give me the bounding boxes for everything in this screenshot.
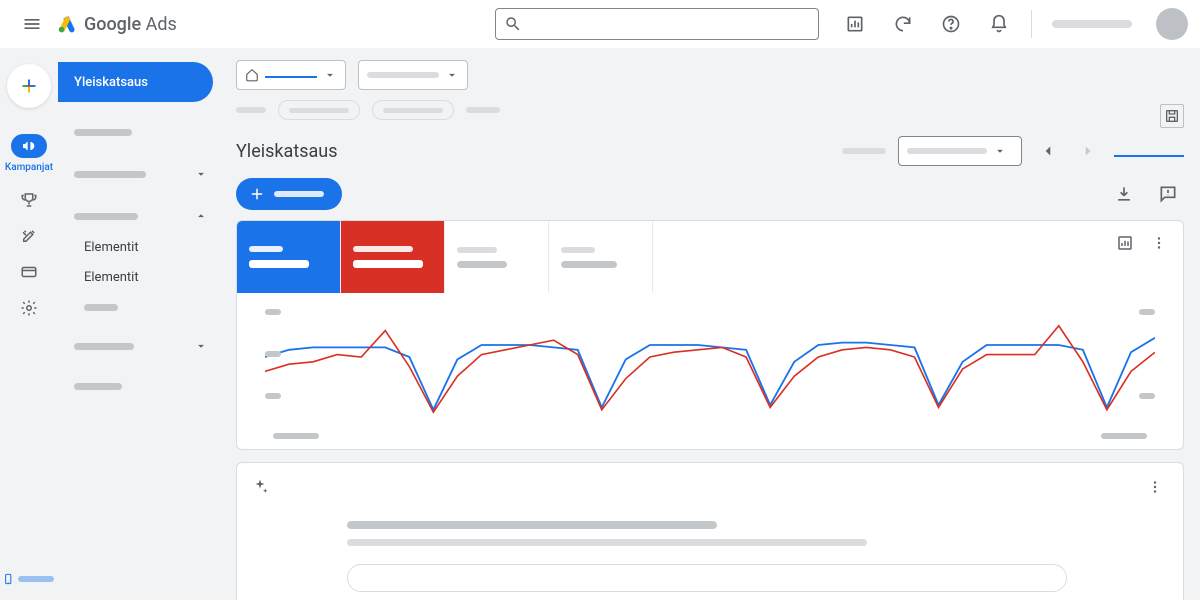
rail-tools[interactable]	[0, 219, 58, 255]
account-scope-selector[interactable]	[236, 60, 346, 90]
avatar[interactable]	[1156, 8, 1188, 40]
line-chart	[265, 309, 1155, 429]
rail-campaigns[interactable]: Kampanjat	[0, 126, 58, 183]
mobile-icon	[2, 572, 14, 586]
save-icon	[1164, 108, 1180, 124]
product-name: Google Ads	[84, 14, 177, 35]
date-next-button[interactable]	[1074, 137, 1102, 165]
divider	[1031, 10, 1032, 38]
date-prev-button[interactable]	[1034, 137, 1062, 165]
sidebar-item-4[interactable]	[58, 330, 220, 362]
rail-goals[interactable]	[0, 183, 58, 219]
chevron-down-icon	[993, 144, 1007, 158]
card-icon	[20, 263, 38, 281]
rail-campaigns-label: Kampanjat	[5, 162, 53, 173]
insight-input[interactable]	[347, 564, 1067, 592]
metric-tab-1[interactable]	[237, 221, 341, 293]
breadcrumb-chip-1[interactable]	[278, 100, 360, 120]
kebab-icon	[1150, 234, 1168, 252]
download-icon	[1114, 184, 1134, 204]
feedback-icon	[1158, 184, 1178, 204]
trend-sparkline	[1114, 145, 1184, 157]
sparkle-icon	[251, 478, 269, 496]
download-button[interactable]	[1108, 178, 1140, 210]
sidebar-overview-label: Yleiskatsaus	[74, 75, 148, 90]
trophy-icon	[20, 191, 38, 209]
chevron-down-icon	[194, 339, 208, 353]
add-button[interactable]	[236, 178, 342, 210]
gear-icon	[20, 299, 38, 317]
rail-billing[interactable]	[0, 255, 58, 291]
rail-bottom-link[interactable]	[0, 566, 58, 592]
insight-title	[347, 521, 717, 529]
help-icon[interactable]	[931, 4, 971, 44]
insight-subtitle	[347, 539, 867, 546]
refresh-icon[interactable]	[883, 4, 923, 44]
create-button[interactable]	[7, 64, 51, 108]
chevron-down-icon	[194, 167, 208, 181]
notifications-icon[interactable]	[979, 4, 1019, 44]
google-ads-logo-icon	[56, 13, 78, 35]
reports-icon[interactable]	[835, 4, 875, 44]
home-icon	[245, 68, 259, 82]
breadcrumb-chip-2[interactable]	[372, 100, 454, 120]
campaign-scope-selector[interactable]	[358, 60, 468, 90]
insight-card	[236, 462, 1184, 600]
chevron-up-icon	[194, 209, 208, 223]
chevron-down-icon	[445, 68, 459, 82]
search-icon	[504, 15, 522, 33]
sidebar-sub-3[interactable]	[58, 292, 220, 322]
chart-icon	[1116, 234, 1134, 252]
metrics-card	[236, 220, 1184, 450]
kebab-icon	[1146, 478, 1164, 496]
metric-tab-2[interactable]	[341, 221, 445, 293]
megaphone-icon	[21, 138, 37, 154]
expand-chart-button[interactable]	[1111, 229, 1139, 257]
sidebar-sub-elements-2[interactable]: Elementit	[58, 262, 220, 292]
metric-tab-4[interactable]	[549, 221, 653, 293]
account-label	[1052, 20, 1132, 28]
breadcrumb	[220, 98, 1200, 130]
search-input[interactable]	[495, 8, 819, 40]
metric-tab-3[interactable]	[445, 221, 549, 293]
sidebar-item-2[interactable]	[58, 158, 220, 190]
card-menu-button[interactable]	[1145, 229, 1173, 257]
sidebar-sub-elements-1[interactable]: Elementit	[58, 232, 220, 262]
sidebar-overview[interactable]: Yleiskatsaus	[58, 62, 213, 102]
chevron-right-icon	[1079, 142, 1097, 160]
page-title: Yleiskatsaus	[236, 141, 830, 162]
chevron-left-icon	[1039, 142, 1057, 160]
rail-admin[interactable]	[0, 291, 58, 327]
save-view-button[interactable]	[1160, 104, 1184, 128]
feedback-button[interactable]	[1152, 178, 1184, 210]
sidebar-item-3[interactable]	[58, 200, 220, 232]
date-range-picker[interactable]	[898, 136, 1022, 166]
insight-menu-button[interactable]	[1141, 473, 1169, 501]
plus-icon	[248, 185, 266, 203]
product-logo: Google Ads	[56, 13, 177, 35]
menu-button[interactable]	[12, 4, 52, 44]
tools-icon	[20, 227, 38, 245]
chevron-down-icon	[323, 68, 337, 82]
sidebar-item-1[interactable]	[58, 116, 220, 148]
sidebar-item-5[interactable]	[58, 370, 220, 402]
